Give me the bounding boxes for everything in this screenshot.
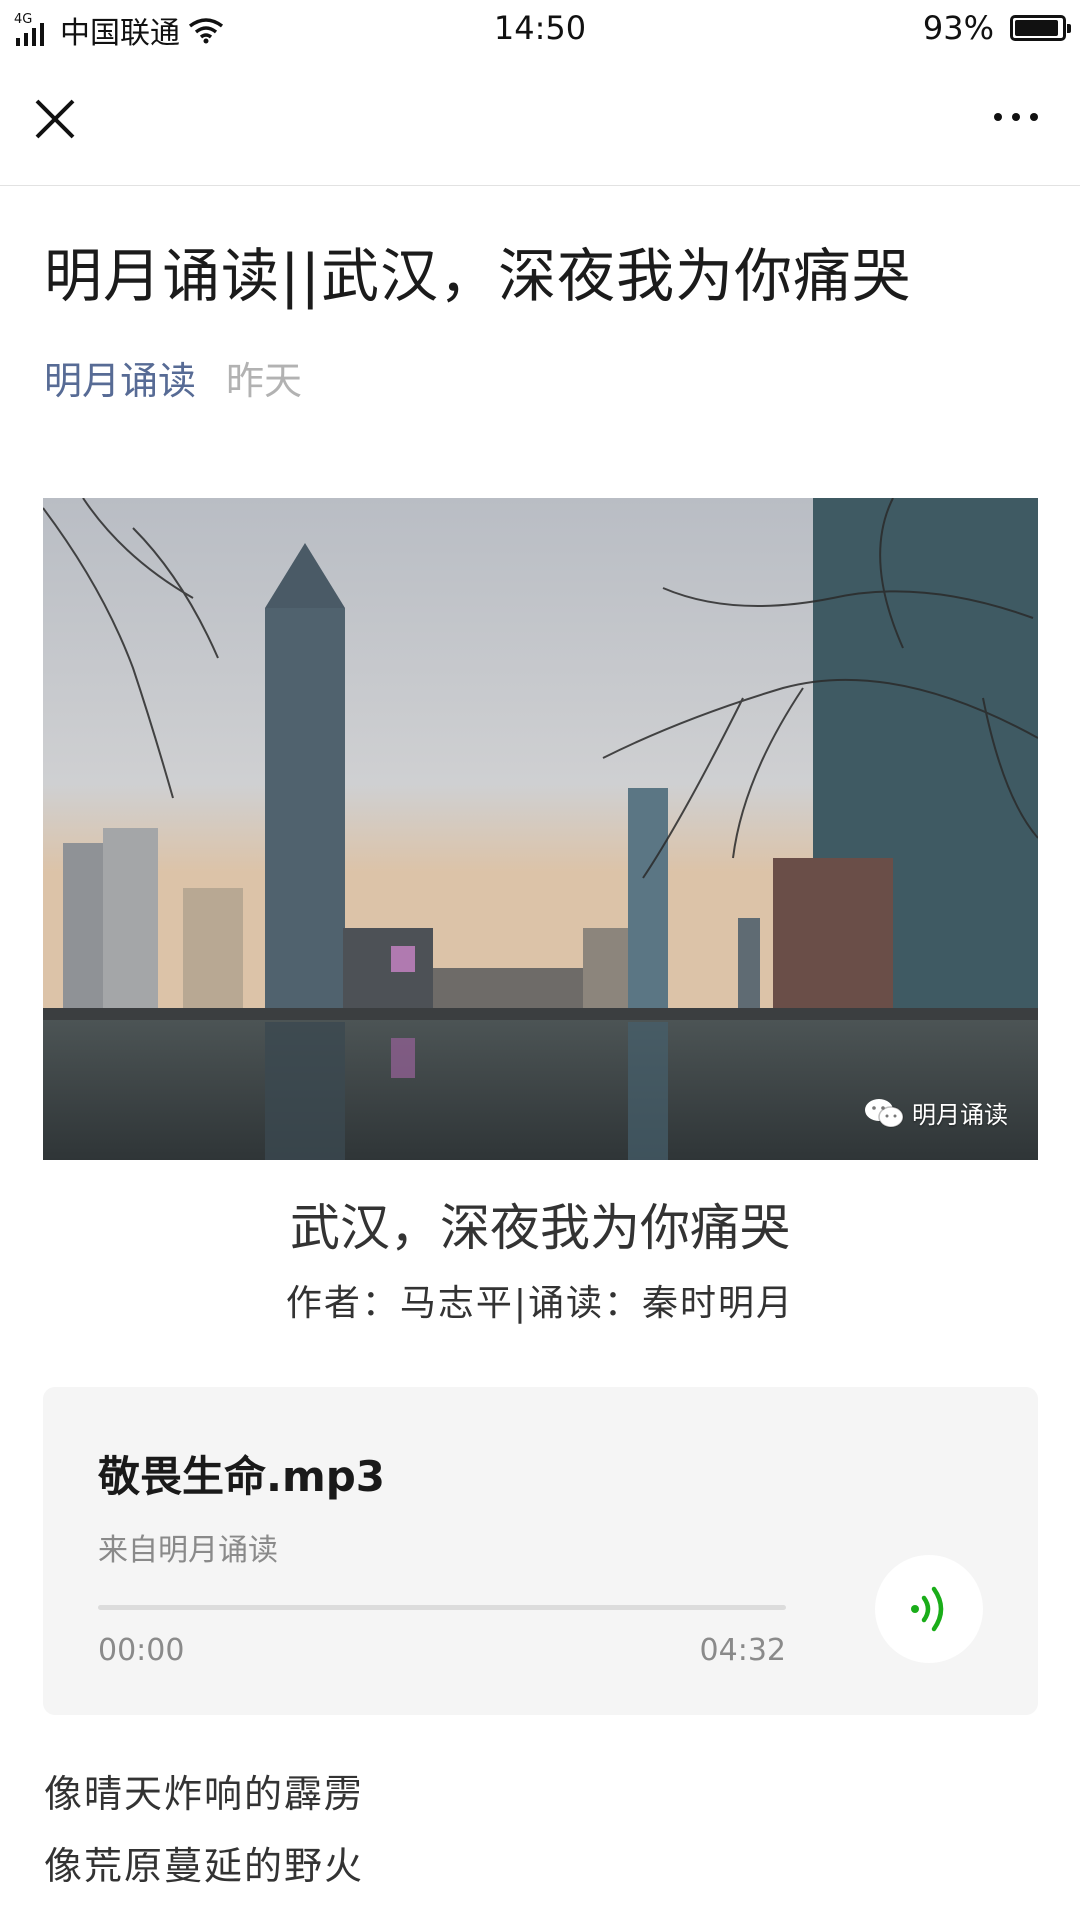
audio-current-time: 00:00 [98,1633,185,1668]
article-meta: 明月诵读 昨天 [44,356,302,406]
audio-wave-icon [911,1586,944,1632]
watermark-text: 明月诵读 [912,1101,1008,1129]
audio-play-button[interactable] [875,1555,983,1663]
audio-player-card[interactable]: 敬畏生命.mp3 来自明月诵读 00:00 04:32 [43,1387,1038,1715]
audio-source: 来自明月诵读 [98,1533,278,1568]
battery-percent: 93% [922,9,994,47]
article-title: 明月诵读||武汉，深夜我为你痛哭 [44,242,912,310]
poem-line: 像晴天炸响的霹雳 [44,1772,365,1816]
article-cover-image[interactable]: 明月诵读 [43,498,1038,1160]
image-watermark: 明月诵读 [864,1095,1008,1130]
article-page: 4G 中国联通 14:50 93% 明月诵读||武汉，深夜我为你痛哭 明月诵读 … [0,0,1080,1920]
wechat-icon [865,1098,904,1128]
status-bar: 4G 中国联通 14:50 93% [0,0,1080,58]
nav-bar [0,58,1080,186]
status-right: 93% [922,9,1071,47]
audio-progress-bar[interactable] [98,1605,786,1610]
close-icon[interactable] [30,94,80,144]
battery-level [1015,20,1058,36]
poem-line: 像荒原蔓延的野火 [44,1844,365,1888]
audio-total-time: 04:32 [699,1633,786,1668]
cityscape-illustration [43,498,1038,1160]
audio-file-name: 敬畏生命.mp3 [98,1452,386,1501]
poem-title: 武汉，深夜我为你痛哭 [290,1199,790,1257]
account-name-link[interactable]: 明月诵读 [44,356,196,406]
clock: 14:50 [493,9,587,47]
battery-icon [1010,15,1071,41]
poem-byline: 作者：马志平|诵读：秦时明月 [285,1283,795,1324]
more-dots-icon[interactable] [986,102,1046,132]
publish-date: 昨天 [226,359,303,403]
